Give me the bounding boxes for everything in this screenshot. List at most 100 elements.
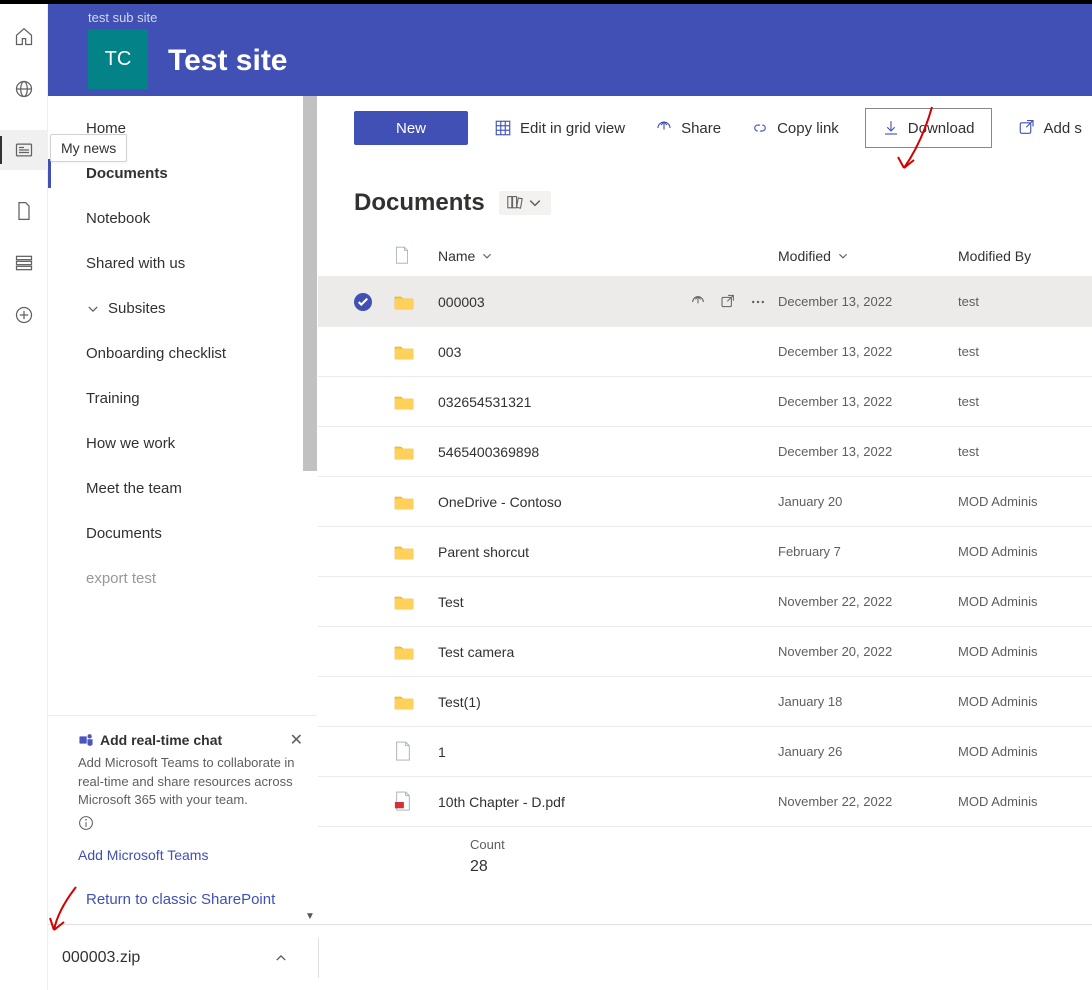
downloaded-filename: 000003.zip [62, 949, 140, 967]
nav-item-truncated[interactable]: export test [86, 556, 317, 601]
table-header: Name Modified Modified By [318, 235, 1092, 277]
share-icon[interactable] [690, 294, 706, 310]
folder-icon [394, 394, 414, 410]
item-modified: January 26 [778, 744, 958, 759]
selected-check-icon[interactable] [354, 293, 372, 311]
name-column[interactable]: Name [438, 248, 778, 264]
teams-promo: ✕ Add real-time chat Add Microsoft Teams… [48, 715, 317, 875]
table-row[interactable]: 10th Chapter - D.pdf November 22, 2022MOD… [318, 777, 1092, 827]
item-name[interactable]: 10th Chapter - D.pdf [438, 794, 565, 810]
library-title: Documents [354, 189, 485, 217]
nav-item-documents[interactable]: Documents [86, 511, 317, 556]
site-logo[interactable]: TC [88, 29, 148, 89]
site-navigation: HomeDocumentsNotebookShared with usSubsi… [48, 96, 318, 924]
shortcut-icon[interactable] [720, 294, 736, 310]
chevron-down-icon [434, 119, 452, 137]
nav-item-meet-the-team[interactable]: Meet the team [86, 466, 317, 511]
filetype-column[interactable] [394, 246, 438, 266]
pdf-icon [394, 791, 412, 813]
item-modified: November 20, 2022 [778, 644, 958, 659]
rail-lists-icon[interactable] [13, 252, 35, 274]
folder-icon [394, 344, 414, 360]
main-content: New Edit in grid view Share Copy link Do… [318, 96, 1092, 924]
item-name[interactable]: Test camera [438, 644, 514, 660]
add-shortcut-button[interactable]: Add s [1014, 113, 1086, 143]
folder-icon [394, 294, 414, 310]
count-value: 28 [470, 858, 1092, 876]
new-button[interactable]: New [354, 111, 468, 145]
nav-item-onboarding-checklist[interactable]: Onboarding checklist [86, 331, 317, 376]
downloads-bar: 000003.zip [0, 924, 1092, 990]
item-name[interactable]: 032654531321 [438, 394, 531, 410]
table-row[interactable]: 003December 13, 2022test [318, 327, 1092, 377]
nav-item-subsites[interactable]: Subsites [86, 286, 317, 331]
rail-create-icon[interactable] [13, 304, 35, 326]
item-modified: December 13, 2022 [778, 394, 958, 409]
item-modified: February 7 [778, 544, 958, 559]
item-name[interactable]: Test [438, 594, 464, 610]
item-modified: January 20 [778, 494, 958, 509]
item-name[interactable]: OneDrive - Contoso [438, 494, 562, 510]
item-modified-by: MOD Adminis [958, 744, 1092, 759]
modified-by-column[interactable]: Modified By [958, 248, 1092, 264]
item-modified: December 13, 2022 [778, 294, 958, 309]
app-rail [0, 4, 48, 990]
downloaded-file[interactable]: 000003.zip [20, 945, 296, 971]
copy-link-button[interactable]: Copy link [747, 113, 843, 143]
rail-globe-icon[interactable] [13, 78, 35, 100]
table-row[interactable]: 000003December 13, 2022test [318, 277, 1092, 327]
count-label: Count [470, 837, 1092, 852]
table-row[interactable]: Parent shorcut February 7MOD Adminis [318, 527, 1092, 577]
item-modified-by: test [958, 394, 1092, 409]
item-modified-by: MOD Adminis [958, 694, 1092, 709]
parent-site-link[interactable]: test sub site [88, 4, 288, 25]
nav-item-training[interactable]: Training [86, 376, 317, 421]
table-row[interactable]: OneDrive - ContosoJanuary 20MOD Adminis [318, 477, 1092, 527]
table-row[interactable]: Test camera November 20, 2022MOD Adminis [318, 627, 1092, 677]
site-header: test sub site TC Test site [0, 4, 1092, 96]
item-name[interactable]: 5465400369898 [438, 444, 539, 460]
item-name[interactable]: 003 [438, 344, 461, 360]
share-button[interactable]: Share [651, 113, 725, 143]
info-icon[interactable] [78, 815, 297, 831]
nav-item-shared-with-us[interactable]: Shared with us [86, 241, 317, 286]
promo-text: Add Microsoft Teams to collaborate in re… [78, 754, 297, 809]
modified-column[interactable]: Modified [778, 248, 958, 264]
chevron-up-icon[interactable] [274, 951, 288, 965]
item-modified: November 22, 2022 [778, 594, 958, 609]
site-title: Test site [168, 44, 288, 78]
promo-title: Add real-time chat [100, 732, 222, 748]
item-name[interactable]: Test(1) [438, 694, 481, 710]
table-row[interactable]: TestNovember 22, 2022MOD Adminis [318, 577, 1092, 627]
document-list: Name Modified Modified By 000003 December… [318, 235, 1092, 924]
edit-grid-button[interactable]: Edit in grid view [490, 113, 629, 143]
close-icon[interactable]: ✕ [290, 730, 303, 750]
rail-files-icon[interactable] [13, 200, 35, 222]
rail-news-icon[interactable] [0, 130, 48, 170]
item-name[interactable]: 1 [438, 744, 446, 760]
item-modified: December 13, 2022 [778, 444, 958, 459]
table-row[interactable]: 5465400369898December 13, 2022test [318, 427, 1092, 477]
folder-icon [394, 494, 414, 510]
nav-item-how-we-work[interactable]: How we work [86, 421, 317, 466]
item-modified-by: MOD Adminis [958, 544, 1092, 559]
nav-item-notebook[interactable]: Notebook [86, 196, 317, 241]
command-bar: New Edit in grid view Share Copy link Do… [318, 96, 1092, 161]
table-row[interactable]: Test(1)January 18MOD Adminis [318, 677, 1092, 727]
add-teams-link[interactable]: Add Microsoft Teams [78, 847, 297, 863]
folder-icon [394, 644, 414, 660]
view-selector[interactable] [499, 191, 551, 215]
teams-icon [78, 732, 94, 748]
item-name[interactable]: Parent shorcut [438, 544, 529, 560]
table-row[interactable]: 1 January 26MOD Adminis [318, 727, 1092, 777]
table-row[interactable]: 032654531321 December 13, 2022test [318, 377, 1092, 427]
rail-home-icon[interactable] [13, 26, 35, 48]
item-modified-by: test [958, 344, 1092, 359]
download-button[interactable]: Download [865, 108, 992, 148]
item-modified-by: MOD Adminis [958, 794, 1092, 809]
item-name[interactable]: 000003 [438, 294, 485, 310]
return-classic-link[interactable]: Return to classic SharePoint [48, 875, 317, 924]
item-modified-by: MOD Adminis [958, 644, 1092, 659]
ellipsis-icon[interactable] [750, 294, 766, 310]
item-modified: November 22, 2022 [778, 794, 958, 809]
